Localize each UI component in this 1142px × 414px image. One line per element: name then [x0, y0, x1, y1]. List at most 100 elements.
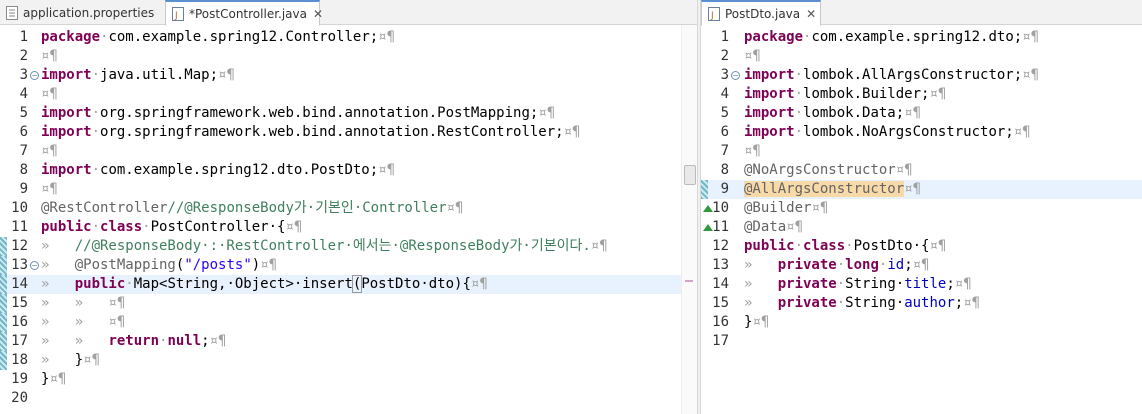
code-line[interactable]: 6 import·lombok.NoArgsConstructor;¤¶ [701, 123, 1142, 142]
keyword-token: public [41, 219, 92, 235]
tab-application-properties[interactable]: application.properties [0, 0, 165, 25]
code-text: package·com.example.spring12.Controller;… [41, 28, 395, 47]
post-controller-editor[interactable]: application.properties J *PostController… [0, 0, 697, 414]
code-line[interactable]: 12 public·class·PostDto·{¤¶ [701, 237, 1142, 256]
code-line[interactable]: 20 [0, 389, 697, 408]
whitespace-marker: · [794, 124, 804, 140]
fold-toggle-icon[interactable]: − [30, 71, 39, 80]
code-line[interactable]: 10 @Builder¤¶ [701, 199, 1142, 218]
code-token: lombok.Data; [803, 105, 905, 121]
fold-toggle-icon[interactable]: − [30, 261, 39, 270]
code-line[interactable]: 8 @NoArgsConstructor¤¶ [701, 161, 1142, 180]
line-number: 1 [19, 29, 28, 45]
whitespace-marker: ¤¶ [786, 219, 804, 235]
annotation-token: @Builder [744, 200, 812, 216]
code-line[interactable]: 14 » public·Map<String,·Object>·insert(Po… [0, 275, 697, 294]
code-line[interactable]: 12 » //@ResponseBody·:·RestController·에서는… [0, 237, 697, 256]
code-area[interactable]: 1 package·com.example.spring12.Controller… [0, 25, 697, 414]
code-line[interactable]: 5 import·lombok.Data;¤¶ [701, 104, 1142, 123]
tab-label: application.properties [23, 5, 155, 20]
code-line[interactable]: 16}¤¶ [701, 313, 1142, 332]
code-line[interactable]: 2 ¤¶ [0, 47, 697, 66]
line-number: 19 [11, 371, 28, 387]
line-number: 8 [19, 162, 28, 178]
code-line[interactable]: 19}¤¶ [0, 370, 697, 389]
code-line[interactable]: 5 import·org.springframework.web.bind.ann… [0, 104, 697, 123]
whitespace-marker: » [41, 238, 75, 254]
whitespace-marker: · [91, 67, 101, 83]
close-icon[interactable]: ✕ [806, 7, 816, 21]
whitespace-marker: ¤¶ [912, 257, 930, 273]
code-line[interactable]: 13» private·long·id;¤¶ [701, 256, 1142, 275]
code-line[interactable]: 4 import·lombok.Builder;¤¶ [701, 85, 1142, 104]
code-line[interactable]: 17 [701, 332, 1142, 351]
code-line[interactable]: 11 @Data¤¶ [701, 218, 1142, 237]
whitespace-marker: » [41, 257, 75, 273]
line-number: 4 [19, 86, 28, 102]
keyword-token: import [41, 67, 92, 83]
whitespace-marker: » » [41, 333, 109, 349]
code-line[interactable]: 1 package·com.example.spring12.Controller… [0, 28, 697, 47]
line-number: 3 [19, 67, 28, 83]
code-token: lombok.NoArgsConstructor; [803, 124, 1014, 140]
code-token: ; [954, 295, 964, 311]
code-text: ¤¶ [41, 180, 58, 199]
code-line[interactable]: 13−» @PostMapping("/posts")¤¶ [0, 256, 697, 275]
code-area[interactable]: 1 package·com.example.spring12.dto;¤¶ 2 ¤¶ 3… [701, 25, 1142, 414]
code-line[interactable]: 7 ¤¶ [701, 142, 1142, 161]
code-line[interactable]: 3− import·lombok.AllArgsConstructor;¤¶ [701, 66, 1142, 85]
tab-post-controller[interactable]: J *PostController.java ✕ [165, 0, 323, 26]
code-text: import·org.springframework.web.bind.anno… [41, 123, 580, 142]
code-line[interactable]: 17 » » return·null;¤¶ [0, 332, 697, 351]
whitespace-marker: » [744, 276, 778, 292]
post-dto-editor[interactable]: J PostDto.java ✕ 1 package·com.example.sp… [701, 0, 1142, 414]
code-token: java.util.Map; [100, 67, 219, 83]
code-line[interactable]: 18 » }¤¶ [0, 351, 697, 370]
code-line[interactable]: 9 @AllArgsConstructor¤¶ [701, 180, 1142, 199]
whitespace-marker: ¤¶ [895, 162, 913, 178]
whitespace-marker: · [836, 295, 846, 311]
code-line[interactable]: 11 public·class·PostController·{¤¶ [0, 218, 697, 237]
code-line[interactable]: 15 » » ¤¶ [0, 294, 697, 313]
code-line[interactable]: 7 ¤¶ [0, 142, 697, 161]
keyword-token: return [108, 333, 160, 349]
code-text: @RestController//@ResponseBody가·기본인·Cont… [41, 199, 463, 218]
code-line[interactable]: 15 » private·String·author;¤¶ [701, 294, 1142, 313]
whitespace-marker: · [794, 86, 804, 102]
tab-post-dto[interactable]: J PostDto.java ✕ [701, 0, 821, 26]
line-number: 11 [11, 219, 28, 235]
vertical-scrollbar[interactable] [681, 25, 697, 414]
fold-toggle-icon[interactable]: − [731, 71, 740, 80]
code-line[interactable]: 10 @RestController//@ResponseBody가·기본인·Co… [0, 199, 697, 218]
code-line[interactable]: 16 » » ¤¶ [0, 313, 697, 332]
close-icon[interactable]: ✕ [313, 7, 323, 21]
line-number: 17 [712, 333, 729, 349]
code-token: ; [946, 276, 955, 292]
code-text: import·com.example.spring12.dto.PostDto;… [41, 161, 395, 180]
line-number: 14 [712, 276, 729, 292]
code-line[interactable]: 9 ¤¶ [0, 180, 697, 199]
code-line[interactable]: 8 import·com.example.spring12.dto.PostDto… [0, 161, 697, 180]
scrollbar-thumb[interactable] [684, 165, 696, 185]
whitespace-marker: · [794, 238, 804, 254]
whitespace-marker: · [845, 238, 854, 254]
code-line[interactable]: 6 import·org.springframework.web.bind.ann… [0, 123, 697, 142]
code-line[interactable]: 3− import·java.util.Map;¤¶ [0, 66, 697, 85]
string-token: "/posts" [184, 257, 252, 273]
line-number: 12 [712, 238, 729, 254]
whitespace-marker: ¤¶ [41, 143, 58, 159]
right-editor-tabbar: J PostDto.java ✕ [701, 0, 1142, 26]
keyword-token: public [74, 276, 126, 292]
code-line[interactable]: 14 » private·String·title;¤¶ [701, 275, 1142, 294]
whitespace-marker: ¤¶ [929, 238, 947, 254]
overview-ruler-mark[interactable] [685, 280, 693, 282]
code-line[interactable]: 4 ¤¶ [0, 85, 697, 104]
field-token: title [904, 276, 947, 292]
keyword-token: null [167, 333, 202, 349]
code-text: @Data¤¶ [744, 218, 803, 237]
code-text: import·lombok.Data;¤¶ [744, 104, 921, 123]
code-line[interactable]: 1 package·com.example.spring12.dto;¤¶ [701, 28, 1142, 47]
whitespace-marker: ¤¶ [83, 352, 101, 368]
code-line[interactable]: 2 ¤¶ [701, 47, 1142, 66]
keyword-token: private [777, 295, 837, 311]
